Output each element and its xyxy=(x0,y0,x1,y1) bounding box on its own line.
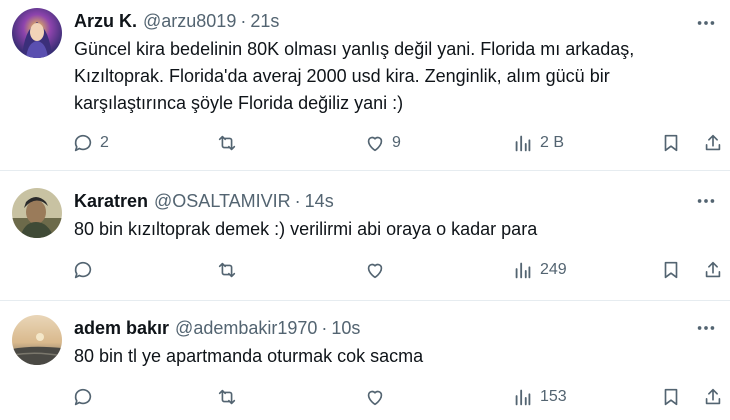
reply-bubble-icon xyxy=(74,388,92,406)
more-options-button[interactable] xyxy=(694,316,718,340)
retweet-button[interactable] xyxy=(216,256,244,284)
avatar-image-adem xyxy=(12,315,62,365)
bookmark-icon xyxy=(664,388,678,406)
tweet-2[interactable]: Karatren @OSALTAMIVIR · 14s 80 bin kızıl… xyxy=(0,171,730,299)
bar-chart-icon xyxy=(515,262,531,279)
reply-button[interactable] xyxy=(72,383,100,411)
share-upload-icon xyxy=(705,261,721,278)
like-count: 9 xyxy=(392,134,401,151)
avatar[interactable] xyxy=(12,188,62,238)
tweet-text: 80 bin tl ye apartmanda oturmak cok sacm… xyxy=(74,346,424,366)
retweet-arrows-icon xyxy=(218,262,236,278)
more-options-button[interactable] xyxy=(694,11,718,35)
tweet-3[interactable]: adem bakır @adembakir1970 · 10s 80 bin t… xyxy=(0,301,730,420)
retweet-arrows-icon xyxy=(218,135,236,151)
reply-count: 2 xyxy=(100,134,109,151)
timestamp[interactable]: 10s xyxy=(331,318,360,339)
like-button[interactable] xyxy=(364,383,392,411)
tweet-actions: 153 xyxy=(66,383,730,411)
bookmark-icon xyxy=(664,134,678,152)
retweet-arrows-icon xyxy=(218,389,236,405)
separator-dot: · xyxy=(240,10,247,31)
more-options-button[interactable] xyxy=(694,189,718,213)
views-button[interactable]: 153 xyxy=(512,383,567,411)
timestamp[interactable]: 21s xyxy=(250,11,279,32)
separator-dot: · xyxy=(294,190,301,211)
avatar-image-karatren xyxy=(12,188,62,238)
share-button[interactable] xyxy=(702,256,724,284)
more-horizontal-icon xyxy=(697,199,715,203)
views-button[interactable]: 249 xyxy=(512,256,567,284)
retweet-button[interactable] xyxy=(216,383,244,411)
bookmark-icon xyxy=(664,261,678,279)
share-button[interactable] xyxy=(702,129,724,157)
like-button[interactable]: 9 xyxy=(364,129,401,157)
avatar-image-arzu xyxy=(12,8,62,58)
author-name[interactable]: adem bakır xyxy=(74,318,169,339)
retweet-button[interactable] xyxy=(216,129,244,157)
author-name[interactable]: Karatren xyxy=(74,191,148,212)
share-button[interactable] xyxy=(702,383,724,411)
reply-button[interactable] xyxy=(72,256,100,284)
bar-chart-icon xyxy=(515,389,531,406)
bookmark-button[interactable] xyxy=(660,256,682,284)
share-upload-icon xyxy=(705,388,721,405)
avatar[interactable] xyxy=(12,315,62,365)
author-name[interactable]: Arzu K. xyxy=(74,11,137,32)
tweet-text: 80 bin kızıltoprak demek :) verilirmi ab… xyxy=(74,219,538,239)
author-handle[interactable]: @adembakir1970 xyxy=(175,318,317,339)
reply-bubble-icon xyxy=(74,134,92,152)
views-button[interactable]: 2 B xyxy=(512,129,564,157)
heart-icon xyxy=(367,390,383,406)
heart-icon xyxy=(367,263,383,279)
avatar[interactable] xyxy=(12,8,62,58)
more-horizontal-icon xyxy=(697,21,715,25)
tweet-actions: 2 9 2 B xyxy=(66,129,730,157)
view-count: 2 B xyxy=(540,134,565,151)
bar-chart-icon xyxy=(515,135,531,152)
heart-icon xyxy=(367,136,383,152)
separator-dot: · xyxy=(321,317,328,338)
timestamp[interactable]: 14s xyxy=(305,191,334,212)
author-handle[interactable]: @OSALTAMIVIR xyxy=(154,191,291,212)
reply-button[interactable]: 2 xyxy=(72,129,109,157)
tweet-actions: 249 xyxy=(66,256,730,284)
view-count: 249 xyxy=(540,261,567,278)
bookmark-button[interactable] xyxy=(660,383,682,411)
reply-bubble-icon xyxy=(74,261,92,279)
more-horizontal-icon xyxy=(697,326,715,330)
view-count: 153 xyxy=(540,388,567,405)
bookmark-button[interactable] xyxy=(660,129,682,157)
like-button[interactable] xyxy=(364,256,392,284)
tweet-text: Güncel kira bedelinin 80K olması yanlış … xyxy=(74,39,635,113)
tweet-1[interactable]: Arzu K. @arzu8019 · 21s Güncel kira bede… xyxy=(0,0,730,168)
share-upload-icon xyxy=(705,134,721,151)
author-handle[interactable]: @arzu8019 xyxy=(143,11,236,32)
